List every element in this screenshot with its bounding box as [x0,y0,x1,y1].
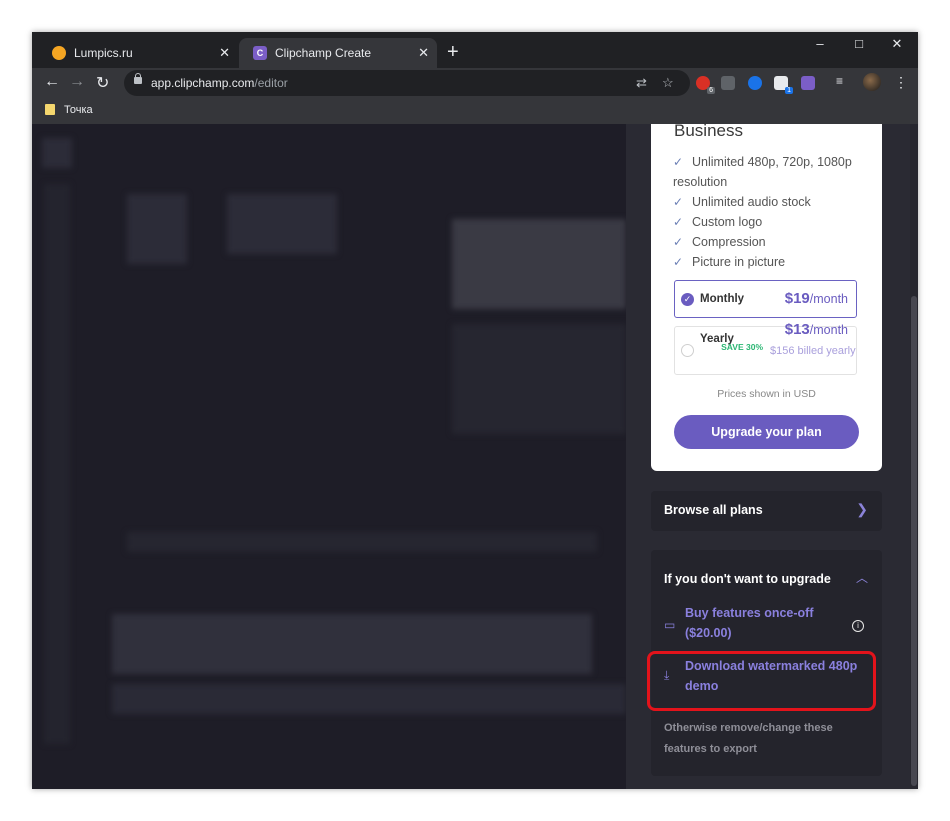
check-icon: ✓ [673,215,684,229]
bookmark-item[interactable]: Точка [64,104,93,116]
section-title: If you don't want to upgrade [664,572,831,586]
scrollbar[interactable] [910,124,918,789]
extension-icon[interactable]: 6 [696,76,715,94]
close-icon[interactable]: ✕ [219,45,230,61]
tab-title: Lumpics.ru [74,46,133,60]
plan-card: Business ✓ Unlimited 480p, 720p, 1080p re… [651,124,882,471]
tab-title: Clipchamp Create [275,46,372,60]
prices-note: Prices shown in USD [717,388,816,400]
new-tab-button[interactable]: + [447,41,459,64]
back-icon[interactable]: ← [44,73,60,91]
menu-icon[interactable]: ⋮ [894,74,908,91]
reload-icon[interactable]: ↻ [96,73,109,93]
feature-item: ✓ Picture in picture [673,252,785,272]
radio-checked-icon[interactable]: ✓ [681,293,694,306]
blurred-editor-background [32,124,626,789]
credit-card-icon: ▭ [664,618,676,632]
monthly-option[interactable]: ✓ Monthly $19/month [674,280,857,318]
upgrade-panel: Business ✓ Unlimited 480p, 720p, 1080p re… [626,124,910,789]
bookmarks-bar: Точка [32,98,918,124]
chevron-right-icon: ❯ [856,501,868,517]
close-icon[interactable]: ✕ [418,45,429,61]
close-window-button[interactable]: ✕ [882,36,912,52]
plan-title: Business [674,124,743,140]
reading-list-icon[interactable]: ≡ [836,74,850,88]
extension-icon[interactable] [801,76,815,90]
feature-item: ✓ Custom logo [673,212,762,232]
export-note: Otherwise remove/change these features t… [664,722,833,755]
billed-note: $156 billed yearly [770,345,856,357]
option-price: $19/month [784,290,848,307]
minimize-button[interactable]: – [805,36,835,51]
tab-clipchamp[interactable]: C Clipchamp Create ✕ [239,38,437,68]
url-text: app.clipchamp.com/editor [151,76,288,90]
extension-icon[interactable] [721,76,735,90]
bookmark-star-icon[interactable]: ☆ [662,75,674,91]
feature-item: ✓ Compression [673,232,766,252]
feature-item: ✓ Unlimited 480p, 720p, 1080p resolution [673,152,863,192]
browse-plans-row[interactable]: Browse all plans ❯ [651,491,882,531]
address-bar[interactable]: app.clipchamp.com/editor ⇄ ☆ [124,70,690,96]
forward-icon[interactable]: → [69,73,85,91]
extension-icon[interactable]: 1 [774,76,793,94]
feature-item: ✓ Unlimited audio stock [673,192,811,212]
tab-strip: Lumpics.ru ✕ C Clipchamp Create ✕ + – □ … [32,32,918,68]
lumpics-favicon-icon [52,46,66,60]
page-content: Business ✓ Unlimited 480p, 720p, 1080p re… [32,124,918,789]
save-badge: SAVE 30% [721,342,763,352]
tab-lumpics[interactable]: Lumpics.ru ✕ [38,38,238,68]
check-icon: ✓ [673,195,684,209]
highlight-box [647,651,876,711]
browse-plans-label: Browse all plans [664,503,763,517]
check-icon: ✓ [673,155,684,169]
maximize-button[interactable]: □ [844,36,874,51]
clipchamp-favicon-icon: C [253,46,267,60]
scrollbar-thumb[interactable] [911,296,917,786]
info-icon[interactable]: i [852,620,864,632]
extension-icon[interactable] [748,76,762,90]
upgrade-button[interactable]: Upgrade your plan [674,415,859,449]
radio-unchecked-icon[interactable] [681,344,694,357]
browser-window: Lumpics.ru ✕ C Clipchamp Create ✕ + – □ … [32,32,918,789]
browser-toolbar: ← → ↻ app.clipchamp.com/editor ⇄ ☆ 6 1 ≡… [32,68,918,98]
check-icon: ✓ [673,255,684,269]
yearly-option[interactable]: Yearly SAVE 30% $13/month $156 billed ye… [674,321,857,375]
folder-icon [45,104,55,115]
buy-features-link[interactable]: Buy features once-off ($20.00) [685,603,825,643]
check-icon: ✓ [673,235,684,249]
avatar[interactable] [863,73,881,91]
option-price: $13/month [784,321,848,338]
translate-icon[interactable]: ⇄ [636,75,647,91]
option-label: Monthly [700,293,745,305]
lock-icon [134,73,142,84]
chevron-up-icon[interactable]: ︿ [856,569,868,586]
